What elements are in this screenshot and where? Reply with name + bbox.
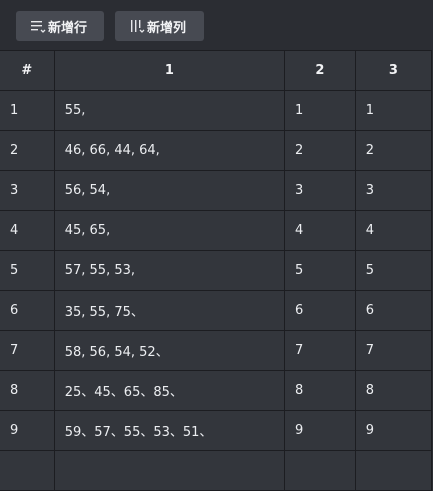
table-cell[interactable]: 1 (284, 90, 356, 131)
table-row: 3 56, 54, 3 3 (0, 170, 433, 211)
table-cell[interactable]: 5 (284, 250, 356, 291)
table-cell[interactable]: 6 (354, 290, 433, 331)
table-cell[interactable]: 9 (354, 410, 433, 451)
table-cell[interactable]: 5 (354, 250, 433, 291)
table-cell[interactable] (53, 450, 286, 491)
row-index-cell[interactable]: 1 (0, 90, 55, 131)
table-row: 8 25、45、65、85、 8 8 (0, 370, 433, 411)
header-cell-index[interactable]: # (0, 50, 55, 91)
table-row: 5 57, 55, 53, 5 5 (0, 250, 433, 291)
table-cell[interactable]: 4 (284, 210, 356, 251)
table-cell[interactable]: 2 (354, 130, 433, 171)
table-row (0, 450, 433, 491)
row-index-cell[interactable]: 6 (0, 290, 55, 331)
table-cell[interactable]: 55, (53, 90, 286, 131)
header-cell-3[interactable]: 3 (354, 50, 433, 91)
table-row: 4 45, 65, 4 4 (0, 210, 433, 251)
table-cell[interactable]: 6 (284, 290, 356, 331)
table-cell[interactable] (284, 450, 356, 491)
table-cell[interactable]: 7 (354, 330, 433, 371)
table-cell[interactable]: 8 (354, 370, 433, 411)
table-cell[interactable]: 2 (284, 130, 356, 171)
table-cell[interactable]: 58, 56, 54, 52、 (53, 330, 286, 371)
table-cell[interactable]: 59、57、55、53、51、 (53, 410, 286, 451)
table-row: 1 55, 1 1 (0, 90, 433, 131)
header-cell-2[interactable]: 2 (284, 50, 356, 91)
table-cell[interactable]: 46, 66, 44, 64, (53, 130, 286, 171)
table-cell[interactable]: 3 (284, 170, 356, 211)
table-cell[interactable]: 25、45、65、85、 (53, 370, 286, 411)
table-cell[interactable]: 9 (284, 410, 356, 451)
table-cell[interactable]: 35, 55, 75、 (53, 290, 286, 331)
add-column-button[interactable]: 新增列 (115, 11, 204, 41)
toolbar: 新增行 新增列 (0, 0, 433, 50)
table-cell[interactable]: 57, 55, 53, (53, 250, 286, 291)
table-cell[interactable]: 56, 54, (53, 170, 286, 211)
table-cell[interactable]: 3 (354, 170, 433, 211)
table-cell[interactable] (354, 450, 433, 491)
table-cell[interactable]: 8 (284, 370, 356, 411)
row-index-cell[interactable]: 2 (0, 130, 55, 171)
row-index-cell[interactable]: 4 (0, 210, 55, 251)
row-index-cell[interactable]: 7 (0, 330, 55, 371)
data-table: # 1 2 3 1 55, 1 1 2 46, 66, 44, 64, 2 2 … (0, 50, 433, 491)
table-row: 6 35, 55, 75、 6 6 (0, 290, 433, 331)
add-column-label: 新增列 (147, 20, 187, 36)
table-cell[interactable]: 7 (284, 330, 356, 371)
row-index-cell[interactable]: 9 (0, 410, 55, 451)
table-cell[interactable]: 4 (354, 210, 433, 251)
add-row-button[interactable]: 新增行 (16, 11, 104, 41)
row-index-cell[interactable]: 3 (0, 170, 55, 211)
row-index-cell[interactable] (0, 450, 55, 491)
add-column-icon (129, 18, 145, 34)
header-cell-1[interactable]: 1 (53, 50, 286, 91)
add-row-label: 新增行 (48, 20, 88, 36)
table-row: 2 46, 66, 44, 64, 2 2 (0, 130, 433, 171)
table-row: 7 58, 56, 54, 52、 7 7 (0, 330, 433, 371)
row-index-cell[interactable]: 5 (0, 250, 55, 291)
table-cell[interactable]: 45, 65, (53, 210, 286, 251)
row-index-cell[interactable]: 8 (0, 370, 55, 411)
table-cell[interactable]: 1 (354, 90, 433, 131)
header-row: # 1 2 3 (0, 50, 433, 91)
table-row: 9 59、57、55、53、51、 9 9 (0, 410, 433, 451)
add-row-icon (30, 18, 46, 34)
